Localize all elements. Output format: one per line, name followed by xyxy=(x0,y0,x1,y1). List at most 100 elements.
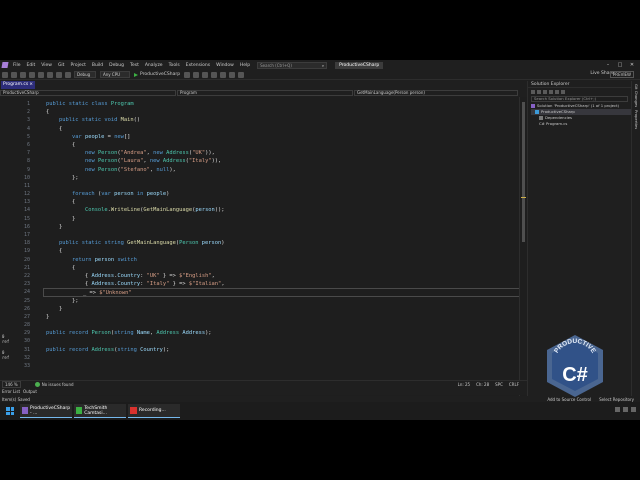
run-without-debug-icon[interactable] xyxy=(183,71,190,78)
menu-tools[interactable]: Tools xyxy=(166,63,183,68)
start-debugging-button[interactable]: ProductiveCSharp xyxy=(134,72,180,77)
current-line: _ => $"Unknown" xyxy=(43,288,523,297)
toolbar-misc-icon[interactable] xyxy=(201,71,208,78)
code-line: Console.WriteLine(GetMainLanguage(person… xyxy=(84,207,225,214)
taskbar-item-recording[interactable]: Recording... xyxy=(128,404,180,418)
line-number: 27 xyxy=(23,313,30,320)
line-numbers: 1 2 3 4 5 6 7 8 9 10 11 12 13 14 15 16 1… xyxy=(14,100,30,370)
tree-item-program-cs[interactable]: C# Program.cs xyxy=(531,121,631,127)
taskbar-item-vs[interactable]: ProductiveCSharp - ... xyxy=(20,404,72,418)
refresh-icon[interactable] xyxy=(549,89,553,94)
back-icon[interactable] xyxy=(1,71,8,78)
close-tab-icon[interactable]: × xyxy=(29,81,33,89)
line-number: 21 xyxy=(23,264,30,271)
collapse-icon[interactable] xyxy=(555,89,559,94)
menu-help[interactable]: Help xyxy=(237,63,253,68)
forward-icon[interactable] xyxy=(10,71,17,78)
solution-name-badge: ProductiveCSharp xyxy=(335,61,384,69)
menu-debug[interactable]: Debug xyxy=(106,63,127,68)
configuration-dropdown[interactable]: Debug xyxy=(74,71,96,78)
menu-extensions[interactable]: Extensions xyxy=(183,63,213,68)
windows-start-icon[interactable] xyxy=(6,407,14,415)
line-number: 6 xyxy=(26,141,30,148)
maximize-icon[interactable]: □ xyxy=(614,60,626,70)
logo-glyph: C# xyxy=(562,364,588,386)
class-dropdown[interactable]: Program xyxy=(177,90,353,96)
menu-file[interactable]: File xyxy=(10,63,24,68)
menu-build[interactable]: Build xyxy=(89,63,106,68)
tray-icon[interactable] xyxy=(631,407,636,412)
scroll-marker xyxy=(521,197,526,198)
solution-search-input[interactable]: Search Solution Explorer (Ctrl+;) xyxy=(531,96,628,102)
menu-git[interactable]: Git xyxy=(55,63,68,68)
toolbar-misc-icon-5[interactable] xyxy=(237,71,244,78)
line-ending-indicator[interactable]: CRLF xyxy=(509,382,519,387)
issues-status[interactable]: No issues found xyxy=(42,382,74,387)
scrollbar-thumb[interactable] xyxy=(522,102,525,242)
solution-explorer-title: Solution Explorer xyxy=(528,81,631,88)
menu-window[interactable]: Window xyxy=(213,63,237,68)
zoom-dropdown[interactable]: 146 % xyxy=(2,381,21,388)
tray-icon[interactable] xyxy=(623,407,628,412)
tab-program-cs[interactable]: Program.cs × xyxy=(1,81,35,89)
code-editor[interactable]: 0 ref 0 ref 1 2 3 4 5 6 7 8 9 10 11 12 1… xyxy=(0,97,527,420)
code-line: { xyxy=(46,125,63,132)
home-icon[interactable] xyxy=(531,89,535,94)
preview-badge[interactable]: PREVIEW xyxy=(609,71,634,78)
search-input[interactable]: Search (Ctrl+Q) ⌕ xyxy=(257,61,328,69)
member-dropdown[interactable]: GetMainLanguage(Person person) xyxy=(354,90,518,96)
reference-marker[interactable]: 0 ref xyxy=(2,350,14,360)
code-text[interactable]: public static class Program { public sta… xyxy=(43,100,523,354)
menu-analyze[interactable]: Analyze xyxy=(142,63,166,68)
close-icon[interactable]: ✕ xyxy=(626,60,638,70)
hot-reload-icon[interactable] xyxy=(192,71,199,78)
toolbar-misc-icon-4[interactable] xyxy=(228,71,235,78)
tab-output[interactable]: Output xyxy=(23,389,37,394)
line-number: 10 xyxy=(23,174,30,181)
code-line: public static class Program xyxy=(46,101,134,107)
menu-test[interactable]: Test xyxy=(127,63,142,68)
editor-scrollbar[interactable] xyxy=(519,97,527,420)
toolbar-misc-icon-2[interactable] xyxy=(210,71,217,78)
tab-properties[interactable]: Properties xyxy=(634,110,639,129)
taskbar-item-camtasia[interactable]: TechSmith Camtasi... xyxy=(74,404,126,418)
visual-studio-icon xyxy=(22,407,29,414)
code-line: { Address.Country: "UK" } => $"English", xyxy=(84,272,215,279)
toolbar-misc-icon-3[interactable] xyxy=(219,71,226,78)
whitespace-indicator[interactable]: SPC xyxy=(495,382,503,387)
reference-marker[interactable]: 0 ref xyxy=(2,334,14,344)
save-icon[interactable] xyxy=(37,71,44,78)
platform-dropdown[interactable]: Any CPU xyxy=(100,71,130,78)
menu-view[interactable]: View xyxy=(38,63,55,68)
status-message: Item(s) Saved xyxy=(2,396,30,402)
code-line: { xyxy=(46,109,50,116)
tab-git-changes[interactable]: Git Changes xyxy=(634,84,639,107)
solution-explorer-toolbar xyxy=(528,88,631,95)
run-label: ProductiveCSharp xyxy=(140,72,181,77)
save-all-icon[interactable] xyxy=(46,71,53,78)
line-number: 11 xyxy=(23,182,30,189)
recording-icon xyxy=(130,407,137,414)
code-line: public static void Main() xyxy=(46,117,141,124)
cursor-position: Ln: 25 Ch: 28 SPC CRLF xyxy=(458,382,519,387)
open-icon[interactable] xyxy=(28,71,35,78)
line-number: 13 xyxy=(23,199,30,206)
line-number: 9 xyxy=(26,166,30,173)
new-item-icon[interactable] xyxy=(19,71,26,78)
menu-project[interactable]: Project xyxy=(67,63,88,68)
line-number: 14 xyxy=(23,207,30,214)
redo-icon[interactable] xyxy=(64,71,71,78)
settings-icon[interactable] xyxy=(561,89,565,94)
sync-icon[interactable] xyxy=(543,89,547,94)
switch-views-icon[interactable] xyxy=(537,89,541,94)
code-line: { xyxy=(46,141,76,148)
minimize-icon[interactable]: – xyxy=(602,60,614,70)
tray-icon[interactable] xyxy=(615,407,620,412)
undo-icon[interactable] xyxy=(55,71,62,78)
project-dropdown[interactable]: ProductiveCSharp xyxy=(0,90,176,96)
tab-error-list[interactable]: Error List xyxy=(2,389,20,394)
solution-tree: Solution 'ProductiveCSharp' (1 of 1 proj… xyxy=(528,103,631,127)
menu-edit[interactable]: Edit xyxy=(24,63,39,68)
code-line: public record Address(string Country); xyxy=(46,346,170,353)
